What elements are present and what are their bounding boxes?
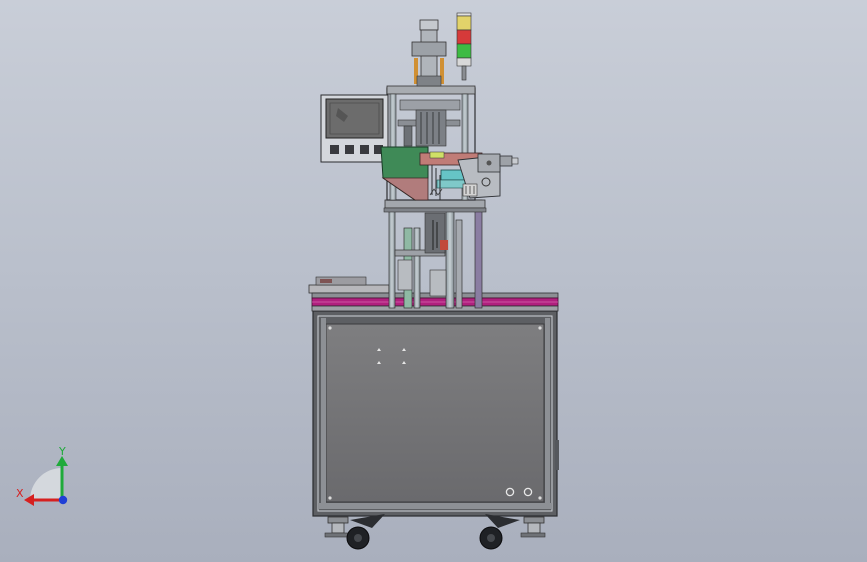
hmi-control-panel [320, 94, 389, 163]
base-cabinet [312, 310, 559, 517]
work-station-assembly [380, 146, 519, 201]
machine-model-drawing[interactable]: Y X [0, 0, 867, 562]
x-axis-arrowhead [24, 494, 34, 506]
z-axis-dot [58, 495, 68, 505]
signal-tower-light [456, 12, 472, 81]
y-axis-label: Y [58, 445, 66, 458]
orientation-triad[interactable]: Y X [16, 445, 68, 506]
triad-plane-shading [30, 468, 62, 500]
caster-wheels [324, 514, 546, 550]
x-axis-label: X [16, 487, 24, 500]
cad-viewport[interactable]: Y X [0, 0, 867, 562]
